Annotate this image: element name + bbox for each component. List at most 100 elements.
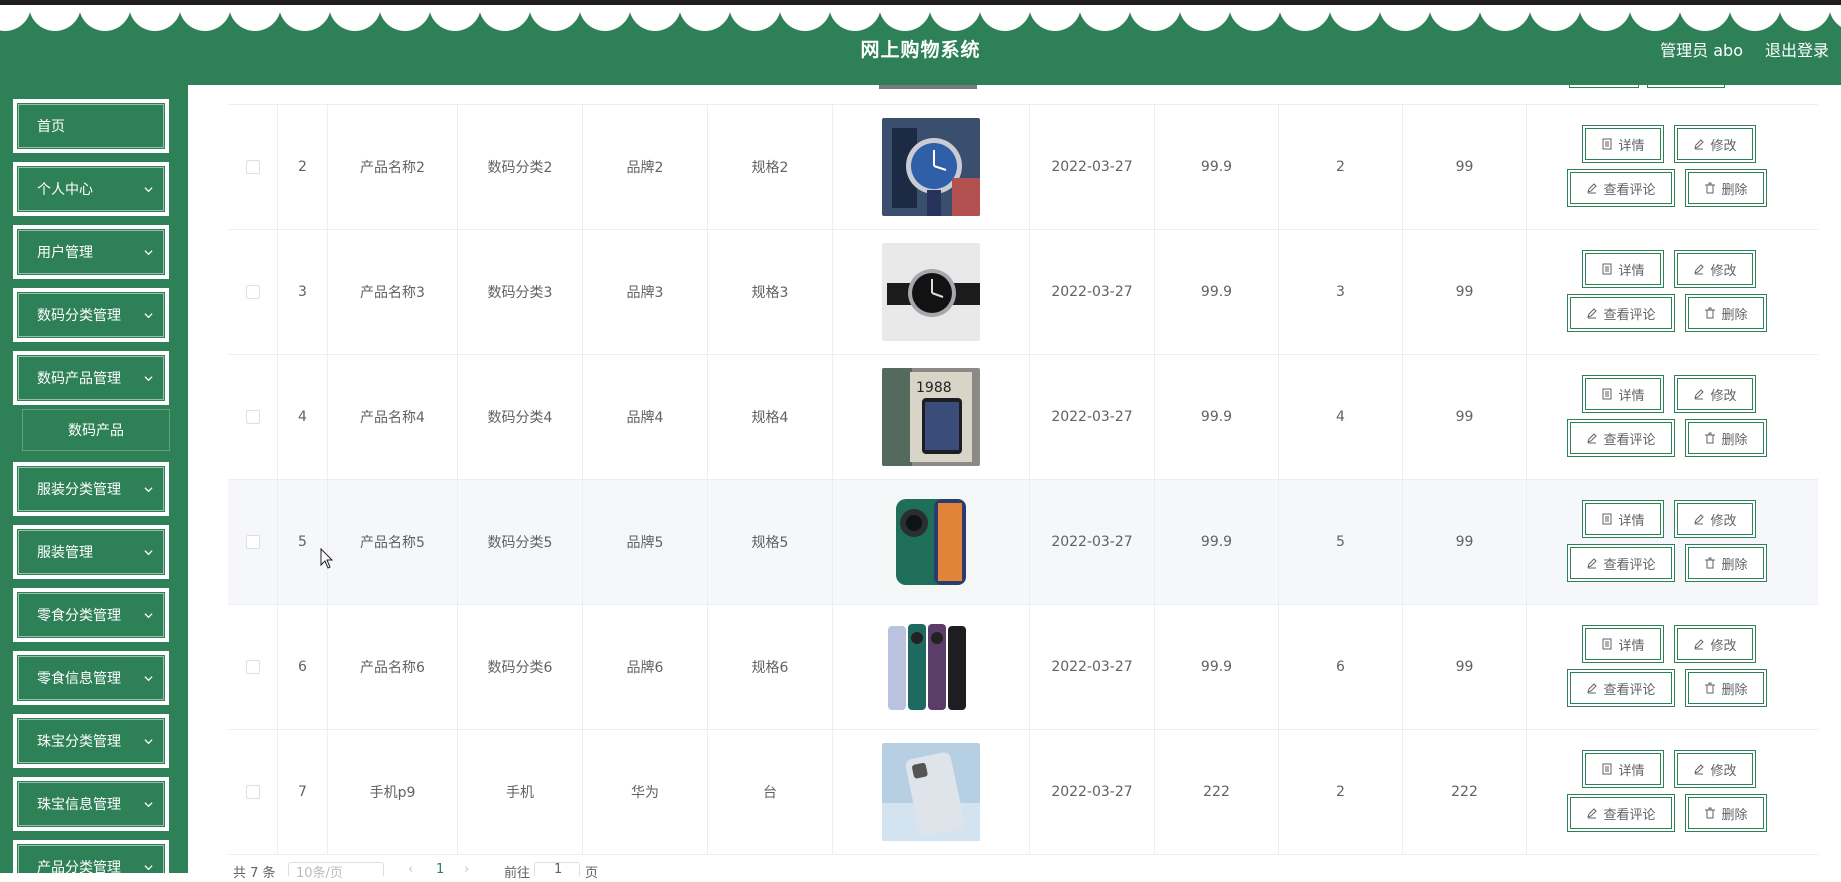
trash-icon — [1704, 557, 1721, 569]
table-row[interactable]: 2 产品名称2 数码分类2 品牌2 规格2 2022-03-27 99.9 2 99 详情 修改 查看… — [228, 105, 1818, 230]
edit-button[interactable]: 修改 — [1674, 625, 1756, 663]
logout-link[interactable]: 退出登录 — [1765, 37, 1829, 61]
cell-index-text: 6 — [298, 659, 307, 675]
detail-button[interactable]: 详情 — [1582, 500, 1664, 538]
pencil-icon — [1693, 263, 1710, 275]
cell-product-name: 产品名称4 — [328, 355, 458, 479]
row-checkbox[interactable] — [245, 535, 260, 549]
cell-image — [833, 230, 1030, 354]
table-row[interactable]: 3 产品名称3 数码分类3 品牌3 规格3 2022-03-27 99.9 3 99 详情 修改 查看… — [228, 230, 1818, 355]
edit-button-label: 修改 — [1710, 763, 1737, 779]
sidebar-item-5[interactable]: 服装分类管理 — [13, 462, 169, 516]
sidebar-item-3[interactable]: 数码分类管理 — [13, 288, 169, 342]
sidebar-item-label: 珠宝信息管理 — [37, 797, 121, 813]
sidebar-item-label: 首页 — [37, 119, 65, 135]
sidebar-item-1[interactable]: 个人中心 — [13, 162, 169, 216]
edit-button[interactable]: 修改 — [1674, 375, 1756, 413]
cell-category: 数码分类4 — [458, 355, 583, 479]
delete-button[interactable]: 删除 — [1685, 169, 1767, 207]
sidebar-item-11[interactable]: 产品分类管理 — [13, 840, 169, 873]
sidebar-item-10[interactable]: 珠宝信息管理 — [13, 777, 169, 831]
sidebar-item-7[interactable]: 零食分类管理 — [13, 588, 169, 642]
cell-spec: 规格5 — [708, 480, 833, 604]
cell-col8: 6 — [1279, 605, 1403, 729]
cell-index-text: 2 — [298, 159, 307, 175]
cell-col8-text: 3 — [1336, 284, 1345, 300]
goto-page-value: 1 — [554, 862, 563, 877]
next-page-icon[interactable]: › — [464, 862, 469, 877]
delete-button-label: 删除 — [1721, 682, 1748, 698]
cell-actions: 详情 修改查看评论 删除 — [1527, 480, 1818, 604]
document-icon — [1601, 138, 1618, 150]
table-row[interactable]: 4 产品名称4 数码分类4 品牌4 规格4 1988 2022-03-27 99.9 4 99 详情… — [228, 355, 1818, 480]
pencil-icon — [1586, 307, 1603, 319]
detail-button-label: 详情 — [1618, 513, 1645, 529]
table-row[interactable]: 7 手机p9 手机 华为台 2022-03-27 222 2 222 详情 修改 查看评论 删除 — [228, 730, 1818, 855]
table-row-partial — [228, 85, 1818, 105]
cell-date: 2022-03-27 — [1030, 605, 1155, 729]
delete-button[interactable]: 删除 — [1685, 544, 1767, 582]
cell-category: 数码分类2 — [458, 105, 583, 229]
cell-brand-text: 品牌3 — [626, 285, 664, 301]
delete-button[interactable]: 删除 — [1685, 794, 1767, 832]
detail-button[interactable]: 详情 — [1582, 750, 1664, 788]
view-comments-button[interactable]: 查看评论 — [1567, 669, 1675, 707]
delete-button[interactable]: 删除 — [1685, 419, 1767, 457]
row-checkbox[interactable] — [245, 160, 260, 174]
cell-col9: 99 — [1403, 355, 1527, 479]
edit-button[interactable]: 修改 — [1674, 500, 1756, 538]
view-comments-button[interactable]: 查看评论 — [1567, 544, 1675, 582]
cell-price: 99.9 — [1155, 105, 1279, 229]
table-row[interactable]: 5 产品名称5 数码分类5 品牌5 规格5 2022-03-27 99.9 5 99 详情 修改 查看… — [228, 480, 1818, 605]
row-checkbox[interactable] — [245, 660, 260, 674]
pencil-icon — [1693, 763, 1710, 775]
cell-col8-text: 5 — [1336, 534, 1345, 550]
sidebar-item-label: 零食分类管理 — [37, 608, 121, 624]
view-comments-button[interactable]: 查看评论 — [1567, 419, 1675, 457]
sidebar-item-6[interactable]: 服装管理 — [13, 525, 169, 579]
row-checkbox[interactable] — [245, 410, 260, 424]
delete-button[interactable]: 删除 — [1685, 294, 1767, 332]
view-comments-button[interactable]: 查看评论 — [1567, 169, 1675, 207]
view-comments-button[interactable]: 查看评论 — [1567, 294, 1675, 332]
view-comments-button[interactable]: 查看评论 — [1567, 794, 1675, 832]
table-row[interactable]: 6 产品名称6 数码分类6 品牌6 规格6 2022-03-27 99.9 6 99 详情 修改 查看… — [228, 605, 1818, 730]
row-checkbox[interactable] — [245, 285, 260, 299]
cell-actions: 详情 修改查看评论 删除 — [1527, 105, 1818, 229]
row-checkbox[interactable] — [245, 785, 260, 799]
cell-brand: 品牌6 — [583, 605, 708, 729]
pencil-icon — [1693, 388, 1710, 400]
edit-button[interactable]: 修改 — [1674, 750, 1756, 788]
view-comments-button-label: 查看评论 — [1603, 307, 1656, 323]
cell-col8: 3 — [1279, 230, 1403, 354]
cell-index-text: 4 — [298, 409, 307, 425]
document-icon — [1601, 763, 1618, 775]
trash-icon — [1704, 182, 1721, 194]
cell-index-text: 7 — [298, 784, 307, 800]
cell-spec-text: 规格3 — [751, 285, 789, 301]
product-image — [882, 493, 980, 591]
edit-button[interactable]: 修改 — [1674, 125, 1756, 163]
sidebar-item-4[interactable]: 数码产品管理 — [13, 351, 169, 405]
detail-button[interactable]: 详情 — [1582, 250, 1664, 288]
sidebar-item-9[interactable]: 珠宝分类管理 — [13, 714, 169, 768]
detail-button[interactable]: 详情 — [1582, 125, 1664, 163]
cell-actions: 详情 修改查看评论 删除 — [1527, 730, 1818, 854]
sidebar-item-2[interactable]: 用户管理 — [13, 225, 169, 279]
edit-button-partial[interactable] — [1569, 85, 1639, 88]
sidebar-item-0[interactable]: 首页 — [13, 99, 169, 153]
cell-product-name: 手机p9 — [328, 730, 458, 854]
cell-spec: 规格2 — [708, 105, 833, 229]
delete-button[interactable]: 删除 — [1685, 669, 1767, 707]
sidebar-subitem-digital-products[interactable]: 数码产品 — [22, 409, 170, 451]
pencil-icon — [1586, 182, 1603, 194]
sidebar-item-8[interactable]: 零食信息管理 — [13, 651, 169, 705]
detail-button[interactable]: 详情 — [1582, 375, 1664, 413]
edit-button[interactable]: 修改 — [1674, 250, 1756, 288]
prev-page-icon[interactable]: ‹ — [408, 862, 413, 877]
pencil-icon — [1693, 638, 1710, 650]
delete-button-partial[interactable] — [1647, 85, 1725, 88]
current-page-number[interactable]: 1 — [436, 862, 444, 877]
detail-button[interactable]: 详情 — [1582, 625, 1664, 663]
sidebar-item-label: 数码产品管理 — [37, 371, 121, 387]
